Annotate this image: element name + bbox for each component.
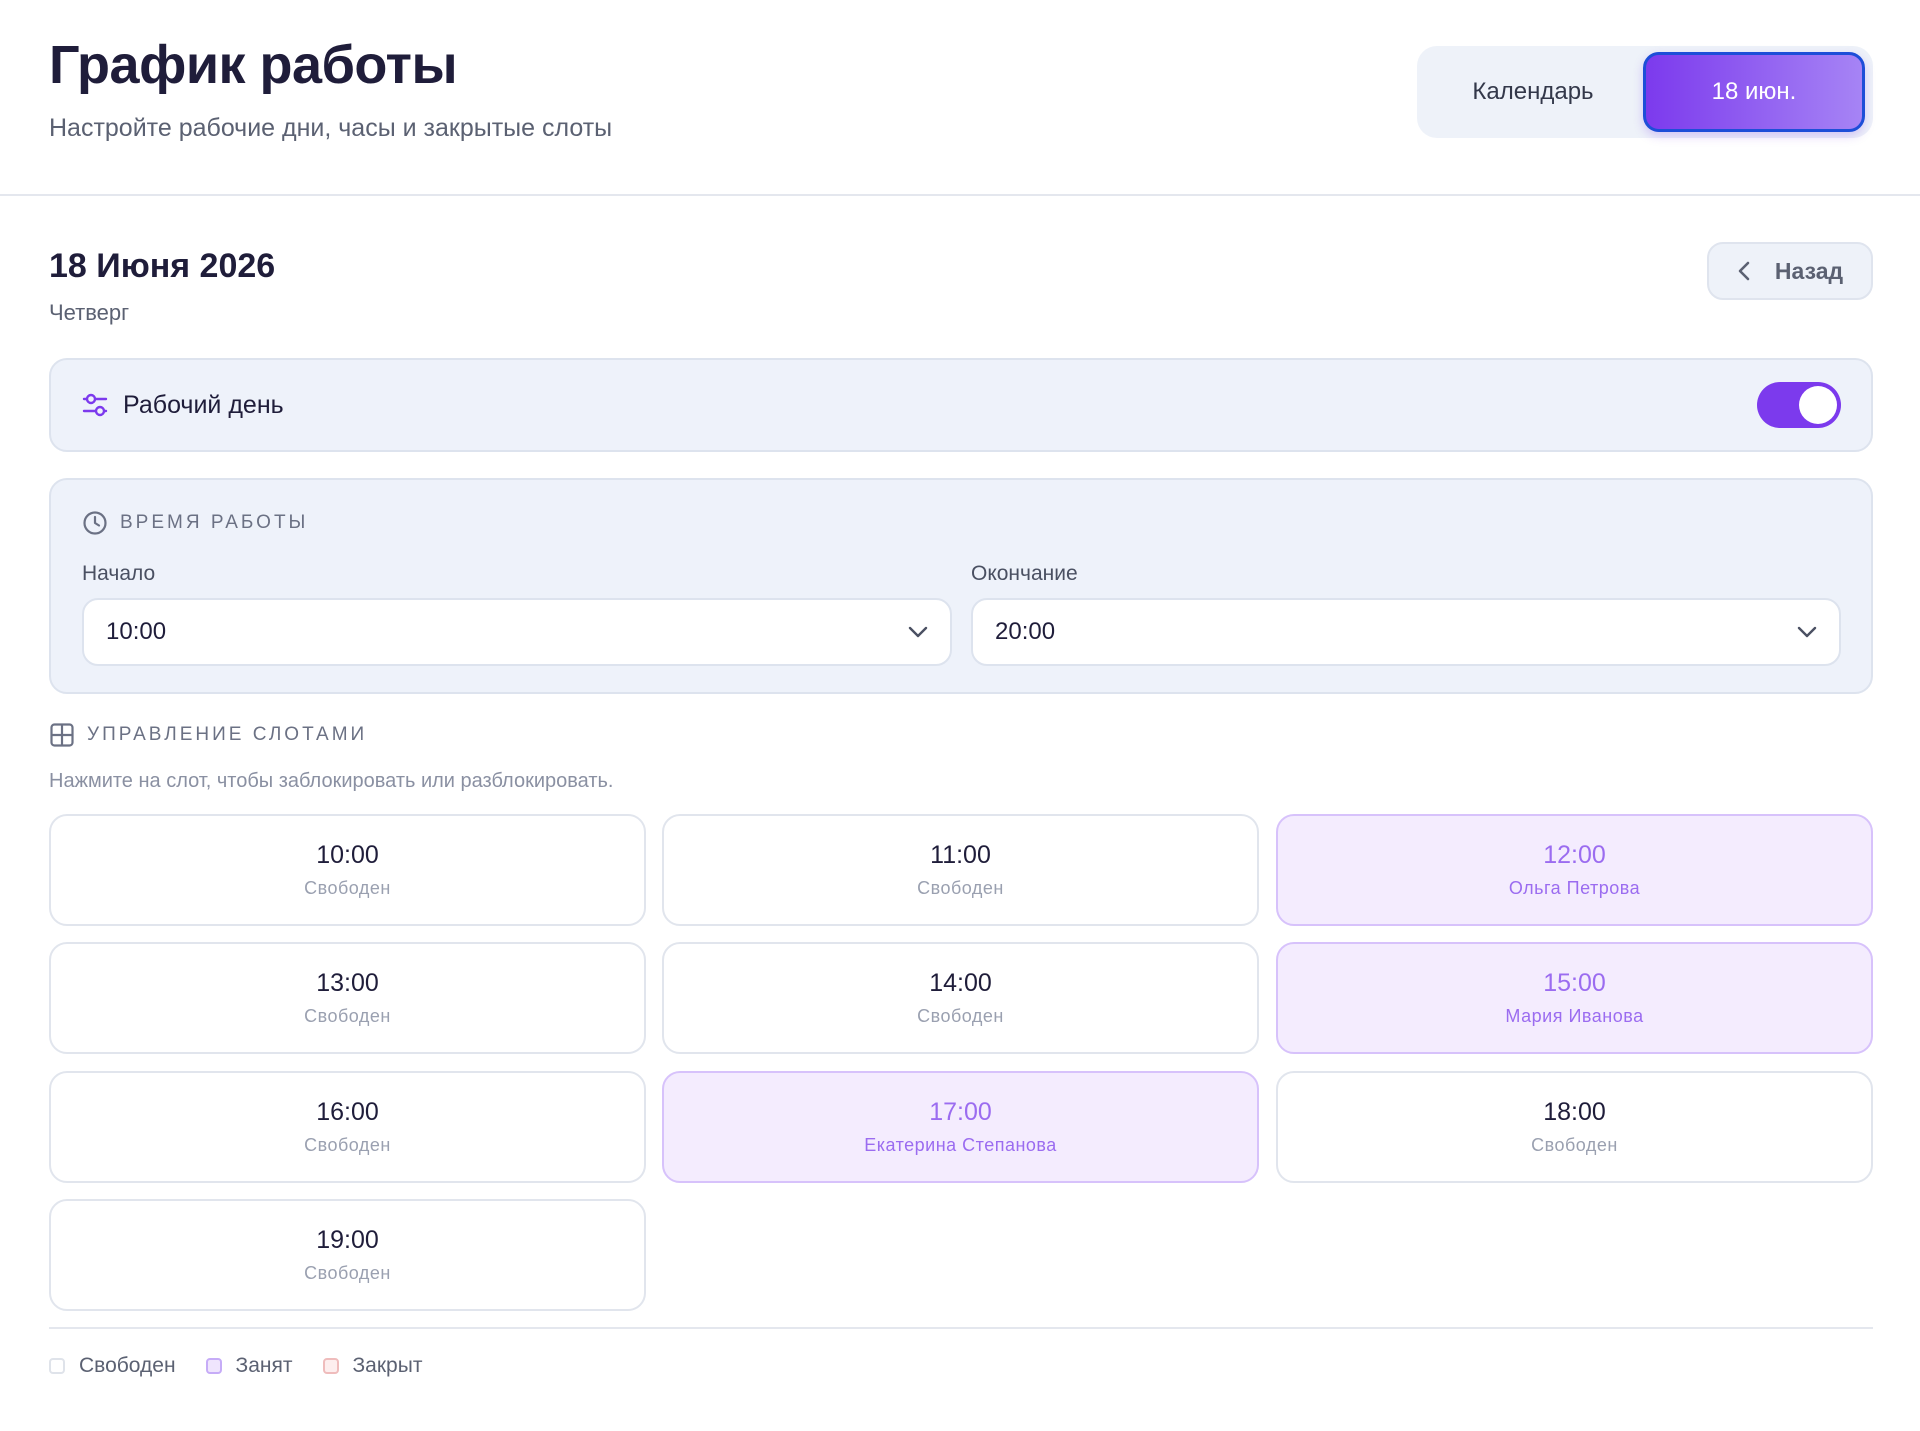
slot-client-name: Екатерина Степанова [864, 1135, 1057, 1155]
slot-status: Свободен [917, 1006, 1004, 1026]
legend-label-free: Свободен [79, 1354, 176, 1377]
legend-divider [49, 1327, 1873, 1329]
slot-card[interactable]: 14:00 Свободен [662, 942, 1259, 1054]
workday-toggle[interactable] [1757, 382, 1841, 428]
slot-time: 10:00 [316, 841, 379, 869]
slot-time: 12:00 [1543, 841, 1606, 869]
working-hours-header: ВРЕМЯ РАБОТЫ [82, 510, 308, 536]
slot-card[interactable]: 18:00 Свободен [1276, 1071, 1873, 1183]
legend-item-booked: Занят [205, 1354, 293, 1378]
grid-icon [49, 722, 75, 748]
chevron-down-icon [1797, 626, 1817, 638]
working-hours-title: ВРЕМЯ РАБОТЫ [120, 512, 309, 533]
start-time-select[interactable]: 10:00 [82, 598, 952, 666]
legend-swatch-free [49, 1358, 65, 1374]
view-switch: Календарь 18 июн. [1417, 46, 1873, 138]
slot-legend: Свободен Занят Закрыт [49, 1354, 422, 1378]
slot-card-booked[interactable]: 12:00 Ольга Петрова [1276, 814, 1873, 926]
clock-icon [82, 510, 108, 536]
slot-card[interactable]: 13:00 Свободен [49, 942, 646, 1054]
slot-card[interactable]: 10:00 Свободен [49, 814, 646, 926]
legend-label-closed: Закрыт [352, 1354, 423, 1377]
slots-header: УПРАВЛЕНИЕ СЛОТАМИ [49, 722, 367, 748]
slot-client-name: Ольга Петрова [1508, 878, 1641, 898]
selected-weekday: Четверг [49, 300, 130, 325]
legend-swatch-closed [322, 1358, 339, 1374]
end-time-value: 20:00 [995, 618, 1056, 645]
slot-card-booked[interactable]: 17:00 Екатерина Степанова [662, 1071, 1259, 1183]
slot-card[interactable]: 11:00 Свободен [662, 814, 1259, 926]
toggle-knob [1799, 386, 1837, 424]
slot-client-name: Мария Иванова [1505, 1006, 1644, 1026]
sliders-icon [81, 391, 109, 419]
date-view-button[interactable]: 18 июн. [1643, 52, 1865, 132]
slot-time: 13:00 [316, 969, 379, 997]
calendar-view-button[interactable]: Календарь [1423, 52, 1643, 132]
page-header: График работы Настройте рабочие дни, час… [0, 0, 1920, 196]
chevron-left-icon [1737, 260, 1751, 282]
slot-status: Свободен [304, 1135, 391, 1155]
workday-card: Рабочий день [49, 358, 1873, 452]
end-time-select[interactable]: 20:00 [971, 598, 1841, 666]
back-button-label: Назад [1774, 257, 1844, 284]
slot-time: 19:00 [316, 1226, 379, 1254]
page-title: График работы [49, 35, 458, 95]
workday-label: Рабочий день [123, 390, 284, 419]
schedule-page: График работы Настройте рабочие дни, час… [0, 0, 1920, 1431]
slot-time: 15:00 [1543, 969, 1606, 997]
slot-time: 14:00 [929, 969, 992, 997]
slot-time: 11:00 [930, 841, 991, 869]
start-time-label: Начало [82, 562, 156, 585]
legend-item-closed: Закрыт [322, 1354, 423, 1378]
chevron-down-icon [908, 626, 928, 638]
slot-card[interactable]: 19:00 Свободен [49, 1199, 646, 1311]
working-hours-card: ВРЕМЯ РАБОТЫ Начало 10:00 Окончание 20:0… [49, 478, 1873, 694]
legend-item-free: Свободен [49, 1354, 176, 1378]
slot-time: 17:00 [929, 1098, 992, 1126]
slot-card[interactable]: 16:00 Свободен [49, 1071, 646, 1183]
slots-hint: Нажмите на слот, чтобы заблокировать или… [49, 770, 614, 792]
slot-status: Свободен [304, 1006, 391, 1026]
slots-title: УПРАВЛЕНИЕ СЛОТАМИ [87, 724, 368, 745]
slot-status: Свободен [304, 1263, 391, 1283]
slot-status: Свободен [917, 878, 1004, 898]
start-time-value: 10:00 [106, 618, 167, 645]
back-button[interactable]: Назад [1707, 242, 1873, 300]
slot-time: 18:00 [1543, 1098, 1606, 1126]
slot-status: Свободен [1531, 1135, 1618, 1155]
slot-card-booked[interactable]: 15:00 Мария Иванова [1276, 942, 1873, 1054]
legend-swatch-booked [205, 1358, 222, 1374]
legend-label-booked: Занят [235, 1354, 293, 1377]
page-subtitle: Настройте рабочие дни, часы и закрытые с… [49, 114, 613, 142]
slot-time: 16:00 [316, 1098, 379, 1126]
slot-status: Свободен [304, 878, 391, 898]
end-time-label: Окончание [971, 562, 1078, 585]
selected-date-title: 18 Июня 2026 [49, 247, 276, 285]
